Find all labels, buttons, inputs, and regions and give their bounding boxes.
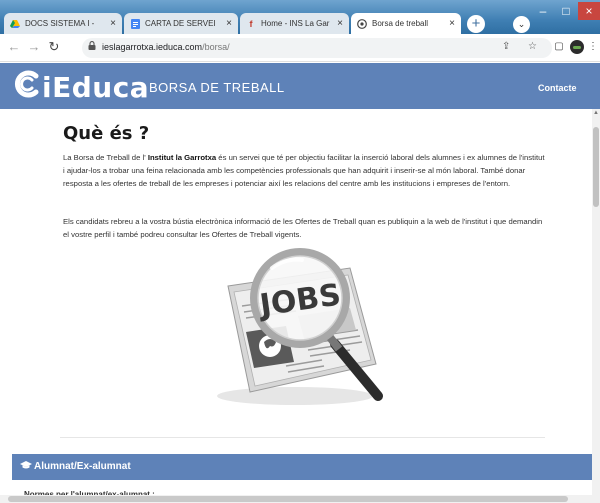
- url-host: ieslagarrotxa.ieduca.com: [102, 42, 203, 52]
- url-path: /borsa/: [202, 42, 230, 52]
- new-tab-plus-icon[interactable]: +: [467, 15, 485, 33]
- tab-docs-sistema[interactable]: DOCS SISTEMA I - ×: [4, 13, 122, 34]
- address-bar[interactable]: ieslagarrotxa.ieduca.com/borsa/ ⇪ ☆: [82, 38, 552, 58]
- browser-tab-strip: DOCS SISTEMA I - × CARTA DE SERVEI × f H…: [0, 0, 600, 34]
- tab-close-icon[interactable]: ×: [110, 18, 116, 29]
- page-title: Què és ?: [63, 123, 150, 144]
- reload-icon[interactable]: ↻: [46, 39, 62, 55]
- tab-label: DOCS SISTEMA I -: [25, 19, 95, 28]
- google-docs-icon: [130, 18, 140, 29]
- browser-menu-icon[interactable]: ⋮: [588, 40, 598, 54]
- alumnat-section-header[interactable]: Alumnat/Ex-alumnat: [12, 454, 592, 480]
- globe-icon: [357, 18, 367, 29]
- tab-carta-servei[interactable]: CARTA DE SERVEI ×: [124, 13, 238, 34]
- side-panel-icon[interactable]: ▢: [552, 40, 566, 54]
- url-text: ieslagarrotxa.ieduca.com/borsa/: [102, 42, 230, 52]
- site-header: iEduca BORSA DE TREBALL Contacte: [0, 63, 600, 109]
- intro-paragraph: La Borsa de Treball de l' Institut la Ga…: [63, 151, 548, 190]
- tab-label: CARTA DE SERVEI: [145, 19, 216, 28]
- contact-link[interactable]: Contacte: [538, 83, 577, 93]
- tab-close-icon[interactable]: ×: [449, 18, 455, 29]
- tab-label: Borsa de treball: [372, 19, 429, 28]
- site-subtitle: BORSA DE TREBALL: [149, 80, 285, 95]
- tab-borsa-treball[interactable]: Borsa de treball ×: [351, 13, 461, 34]
- scroll-up-arrow-icon[interactable]: ▲: [592, 109, 600, 117]
- bookmark-star-icon[interactable]: ☆: [528, 41, 537, 52]
- tab-close-icon[interactable]: ×: [226, 18, 232, 29]
- vertical-scroll-thumb[interactable]: [593, 127, 599, 207]
- section-divider: [60, 437, 545, 438]
- horizontal-scroll-thumb[interactable]: [8, 496, 568, 502]
- window-close-icon[interactable]: ×: [578, 2, 600, 20]
- ieduca-logo[interactable]: iEduca: [14, 69, 149, 106]
- site-favicon-icon: f: [249, 18, 253, 29]
- logo-text: iEduca: [42, 71, 150, 104]
- ieduca-logo-mark-icon: [14, 69, 40, 106]
- intro-prefix: La Borsa de Treball de l': [63, 153, 148, 162]
- vertical-scrollbar[interactable]: ▲: [592, 109, 600, 503]
- share-icon[interactable]: ⇪: [502, 41, 510, 52]
- horizontal-scrollbar[interactable]: [0, 495, 592, 503]
- profile-avatar-icon[interactable]: [570, 40, 584, 54]
- graduation-cap-icon: [20, 460, 32, 473]
- tab-close-icon[interactable]: ×: [337, 18, 343, 29]
- page-content: Què és ? La Borsa de Treball de l' Insti…: [0, 109, 600, 503]
- maximize-icon[interactable]: □: [555, 2, 577, 20]
- back-arrow-icon[interactable]: ←: [6, 39, 22, 55]
- tab-home-ins[interactable]: f Home - INS La Gar ×: [240, 13, 349, 34]
- institute-name: Institut la Garrotxa: [147, 153, 217, 162]
- candidates-paragraph: Els candidats rebreu a la vostra bústia …: [63, 217, 543, 239]
- tab-label: Home - INS La Gar: [261, 19, 330, 28]
- minimize-icon[interactable]: –: [532, 2, 554, 20]
- lock-icon: [88, 41, 96, 52]
- section-title: Alumnat/Ex-alumnat: [34, 461, 131, 472]
- jobs-newspaper-illustration: JOBS: [217, 248, 383, 405]
- forward-arrow-icon[interactable]: →: [26, 39, 42, 55]
- tab-search-chevron-icon[interactable]: ⌄: [513, 16, 530, 33]
- google-drive-icon: [10, 19, 20, 29]
- browser-toolbar: ← → ↻ ieslagarrotxa.ieduca.com/borsa/ ⇪ …: [0, 34, 600, 62]
